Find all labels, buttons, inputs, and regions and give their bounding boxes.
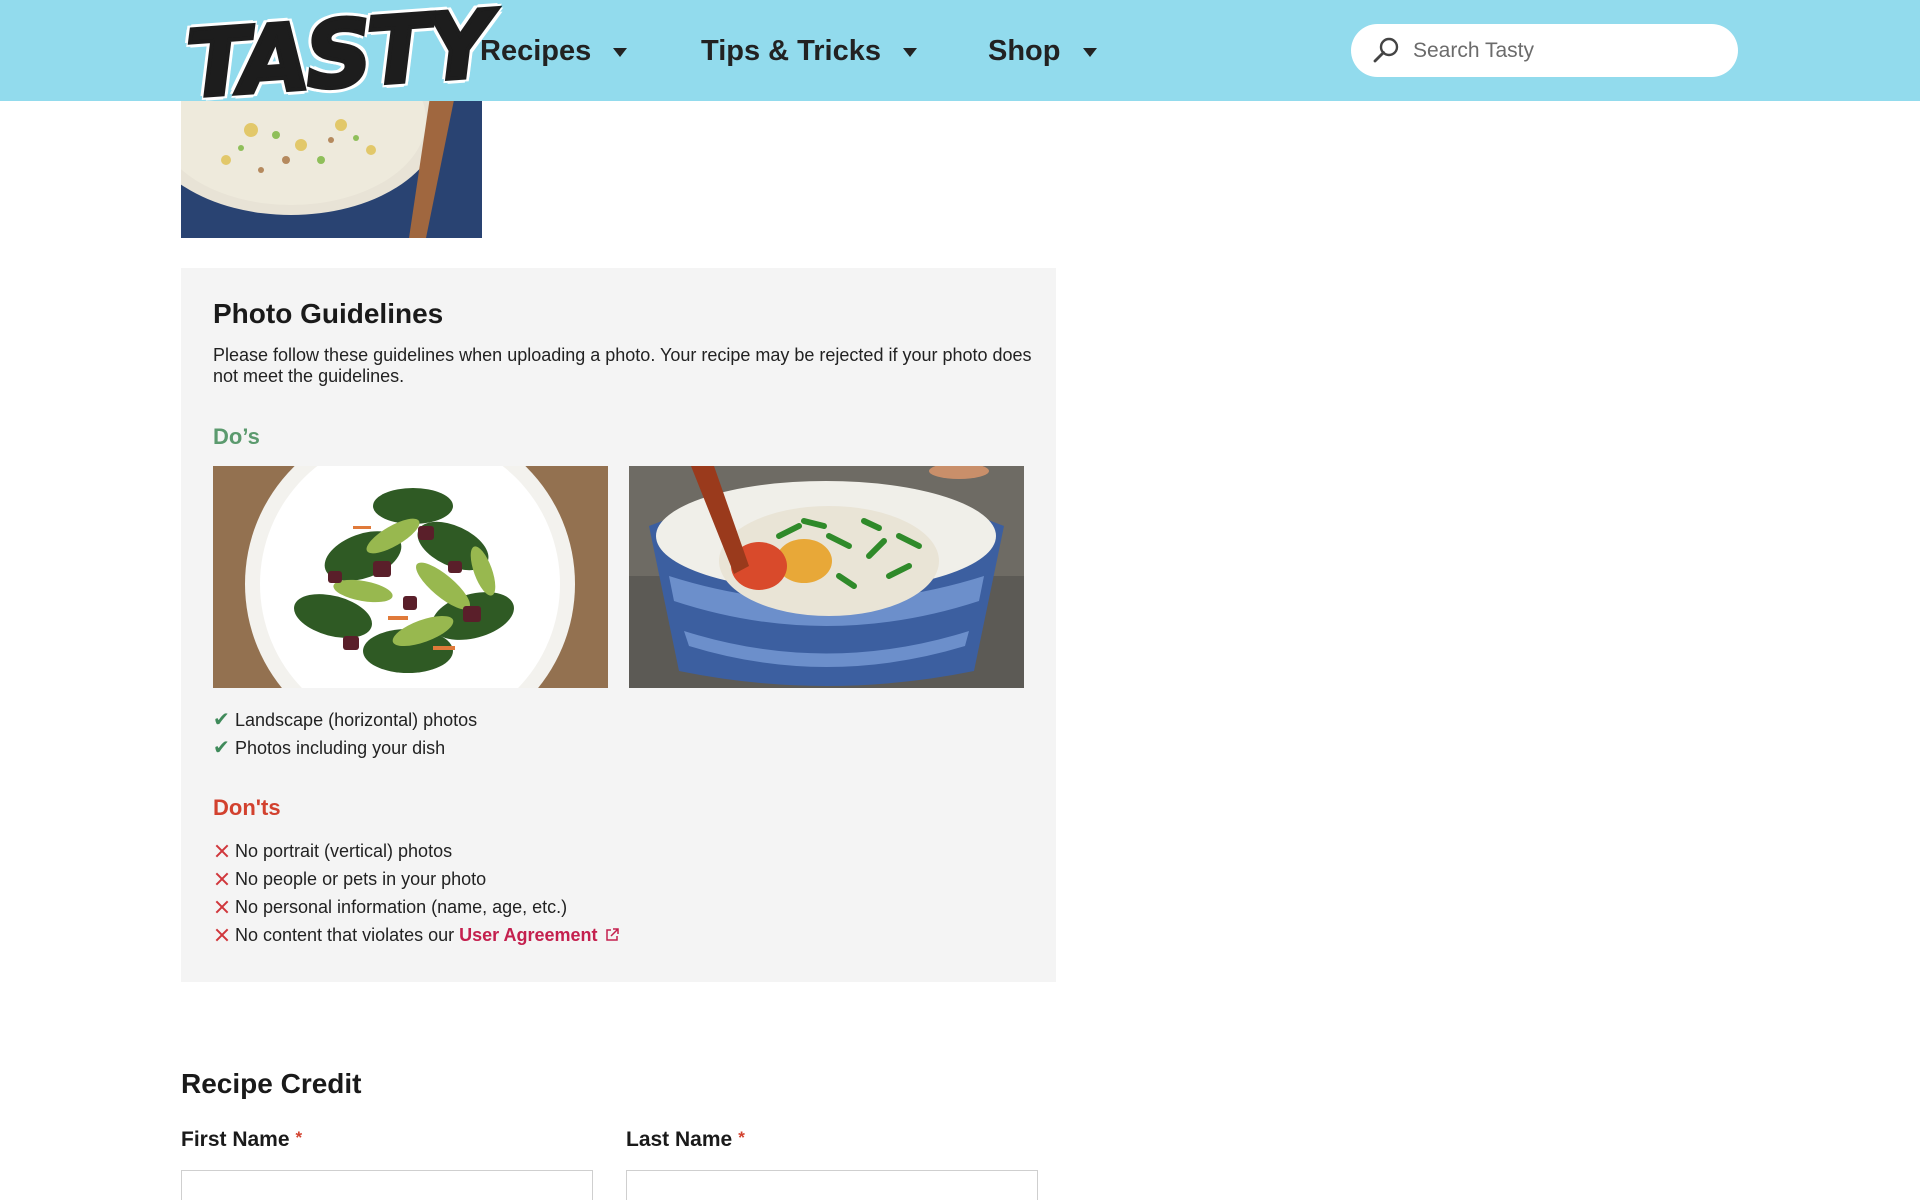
- example-photo-salad: [213, 466, 608, 688]
- nav-tips-tricks[interactable]: Tips & Tricks: [701, 31, 917, 71]
- search-icon[interactable]: [1371, 36, 1401, 66]
- last-name-label: Last Name *: [626, 1128, 745, 1151]
- search-box: [1351, 24, 1738, 77]
- nav-shop-label: Shop: [988, 34, 1061, 67]
- x-icon: [213, 893, 235, 921]
- chevron-down-icon: [613, 47, 628, 57]
- donts-heading: Don'ts: [213, 795, 281, 820]
- chevron-down-icon: [903, 47, 917, 57]
- tasty-logo[interactable]: TASTY: [181, 0, 494, 150]
- list-item: ✔ Photos including your dish: [213, 734, 477, 762]
- chevron-down-icon: [1082, 47, 1097, 57]
- check-icon: ✔: [213, 737, 230, 759]
- example-photo-rice-bowl: [629, 466, 1024, 688]
- nav-shop[interactable]: Shop: [988, 31, 1097, 71]
- search-input[interactable]: [1413, 24, 1723, 77]
- guidelines-title: Photo Guidelines: [213, 298, 444, 329]
- list-item: No people or pets in your photo: [213, 865, 620, 893]
- donts-list: No portrait (vertical) photos No people …: [213, 837, 620, 949]
- check-icon: ✔: [213, 709, 230, 731]
- nav-tips-label: Tips & Tricks: [701, 34, 881, 67]
- required-marker: *: [295, 1128, 303, 1147]
- external-link-icon[interactable]: [604, 927, 620, 943]
- nav-recipes-label: Recipes: [480, 34, 592, 67]
- required-marker: *: [738, 1128, 745, 1147]
- first-name-label: First Name *: [181, 1128, 303, 1151]
- list-item: No portrait (vertical) photos: [213, 837, 620, 865]
- guidelines-description: Please follow these guidelines when uplo…: [213, 345, 1032, 386]
- x-icon: [213, 865, 235, 893]
- x-icon: [213, 837, 235, 865]
- nav-recipes[interactable]: Recipes: [480, 31, 628, 71]
- user-agreement-link[interactable]: User Agreement: [459, 921, 597, 949]
- list-item: No content that violates our User Agreeme…: [213, 921, 620, 949]
- logo-wordmark: TASTY: [181, 0, 494, 121]
- first-name-field[interactable]: [181, 1170, 593, 1200]
- list-item: ✔ Landscape (horizontal) photos: [213, 706, 477, 734]
- photo-guidelines-panel: Photo Guidelines Please follow these gui…: [181, 268, 1056, 982]
- list-item: No personal information (name, age, etc.…: [213, 893, 620, 921]
- last-name-field[interactable]: [626, 1170, 1038, 1200]
- x-icon: [213, 921, 235, 949]
- dos-heading: Do’s: [213, 424, 260, 449]
- recipe-credit-title: Recipe Credit: [181, 1068, 362, 1099]
- dos-list: ✔ Landscape (horizontal) photos ✔ Photos i…: [213, 706, 477, 762]
